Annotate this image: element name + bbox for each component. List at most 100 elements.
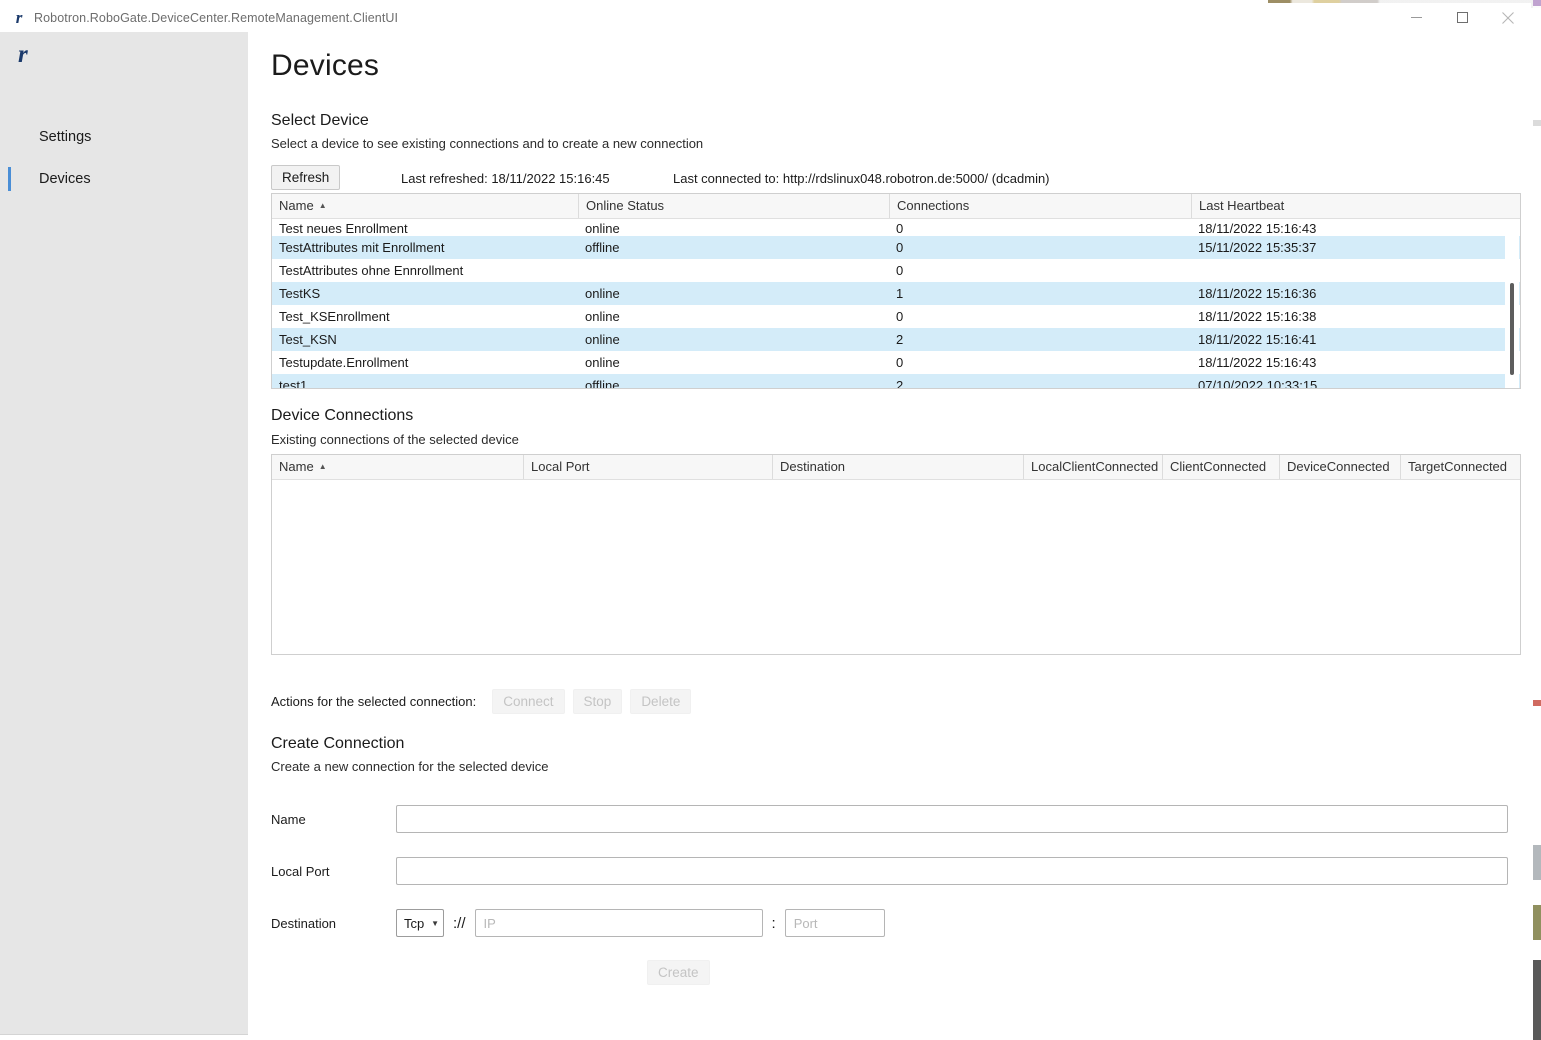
cell-name: Test_KSEnrollment (279, 309, 390, 324)
table-row[interactable]: TestAttributes ohne Ennrollment 0 (272, 259, 1520, 282)
column-header-localclientconnected[interactable]: LocalClientConnected (1023, 455, 1162, 479)
column-header-label: Name (279, 198, 314, 213)
column-header-clientconnected[interactable]: ClientConnected (1162, 455, 1279, 479)
connect-button[interactable]: Connect (492, 688, 565, 714)
column-header-name[interactable]: Name ▲ (272, 194, 578, 218)
minimize-icon (1410, 12, 1422, 23)
create-button[interactable]: Create (647, 960, 710, 985)
cell-connections: 0 (896, 263, 904, 278)
table-row[interactable]: Testupdate.Enrollment online 0 18/11/2022 1… (272, 351, 1520, 374)
cell-online-status: online (585, 221, 620, 236)
cell-connections: 0 (896, 355, 904, 370)
column-header-targetconnected[interactable]: TargetConnected (1400, 455, 1520, 479)
cell-last-heartbeat: 15/11/2022 15:35:37 (1198, 240, 1317, 255)
table-row[interactable]: TestKS online 1 18/11/2022 15:16:36 (272, 282, 1520, 305)
refresh-row: Refresh Last refreshed: 18/11/2022 15:16… (271, 165, 1521, 193)
table-row[interactable]: Test_KSEnrollment online 0 18/11/2022 15:16… (272, 305, 1520, 328)
maximize-icon (1456, 12, 1468, 23)
sidebar-active-indicator-settings (8, 125, 11, 149)
table-row[interactable]: Test_KSN online 2 18/11/2022 15:16:41 (272, 328, 1520, 351)
column-header-label: Name (279, 459, 314, 474)
devices-table-scrollbar[interactable] (1505, 220, 1519, 388)
column-header-destination[interactable]: Destination (772, 455, 1023, 479)
ip-input[interactable] (474, 909, 763, 937)
cell-name: Test_KSN (279, 332, 337, 347)
sort-ascending-icon: ▲ (318, 462, 327, 471)
page-title: Devices (271, 49, 380, 82)
device-connections-subtitle: Existing connections of the selected dev… (271, 432, 519, 447)
connection-actions-row: Actions for the selected connection: Con… (271, 686, 699, 716)
create-connection-heading: Create Connection (271, 735, 405, 752)
column-header-last-heartbeat[interactable]: Last Heartbeat (1191, 194, 1520, 218)
devices-table-header: Name ▲ Online Status Connections Last Hea… (272, 194, 1520, 219)
scheme-separator: :// (453, 914, 466, 932)
device-connections-table-body (272, 480, 1520, 654)
name-field-row: Name (271, 803, 1508, 835)
refresh-button[interactable]: Refresh (271, 165, 341, 190)
connection-actions-label: Actions for the selected connection: (271, 693, 477, 709)
column-header-conn-name[interactable]: Name ▲ (272, 455, 523, 479)
devices-table-scrollbar-thumb[interactable] (1510, 283, 1514, 375)
column-header-local-port[interactable]: Local Port (523, 455, 772, 479)
window-title-bar: r Robotron.RoboGate.DeviceCenter.RemoteM… (0, 3, 1531, 33)
cell-online-status: offline (585, 378, 620, 388)
local-port-field-row: Local Port (271, 855, 1508, 887)
select-device-subtitle: Select a device to see existing connecti… (271, 136, 704, 151)
port-separator: : (771, 914, 776, 932)
cell-last-heartbeat: 18/11/2022 15:16:43 (1198, 221, 1317, 236)
column-header-deviceconnected[interactable]: DeviceConnected (1279, 455, 1400, 479)
device-connections-heading: Device Connections (271, 407, 414, 424)
main-content: Devices Select Device Select a device to… (248, 32, 1531, 1040)
column-header-online-status[interactable]: Online Status (578, 194, 889, 218)
table-row[interactable]: Test neues Enrollment online 0 18/11/2022 1… (272, 219, 1520, 236)
sidebar: r Settings Devices (0, 32, 248, 1035)
cell-name: Testupdate.Enrollment (279, 355, 409, 370)
cell-online-status: online (585, 286, 620, 301)
devices-table-body: Test neues Enrollment online 0 18/11/2022 1… (272, 219, 1520, 388)
cell-name: test1 (279, 378, 308, 388)
cell-last-heartbeat: 18/11/2022 15:16:41 (1198, 332, 1317, 347)
cell-connections: 0 (896, 221, 904, 236)
stop-button[interactable]: Stop (572, 688, 623, 714)
close-icon (1502, 11, 1514, 24)
cell-last-heartbeat: 18/11/2022 15:16:38 (1198, 309, 1317, 324)
local-port-field-label: Local Port (271, 863, 330, 879)
sidebar-item-label: Devices (39, 171, 91, 187)
sidebar-item-label: Settings (39, 129, 92, 145)
table-row[interactable]: TestAttributes mit Enrollment offline 0 15/… (272, 236, 1520, 259)
sidebar-item-devices[interactable]: Devices (0, 159, 248, 199)
app-logo-icon: r (15, 8, 23, 27)
cell-name: TestKS (279, 286, 321, 301)
local-port-input[interactable] (396, 857, 1508, 885)
cell-connections: 2 (896, 378, 904, 388)
last-connected-text: Last connected to: http://rdslinux048.ro… (673, 171, 1050, 186)
device-connections-table: Name ▲ Local Port Destination LocalClient… (271, 454, 1521, 655)
table-row[interactable]: test1 offline 2 07/10/2022 10:33:15 (272, 374, 1520, 388)
cell-connections: 0 (896, 309, 904, 324)
cell-last-heartbeat: 07/10/2022 10:33:15 (1198, 378, 1318, 388)
select-device-heading: Select Device (271, 112, 369, 129)
cell-last-heartbeat: 18/11/2022 15:16:36 (1198, 286, 1317, 301)
cell-online-status: online (585, 309, 620, 324)
cell-online-status: online (585, 332, 620, 347)
cell-name: TestAttributes ohne Ennrollment (279, 263, 464, 278)
devices-table: Name ▲ Online Status Connections Last Hea… (271, 193, 1521, 389)
delete-button[interactable]: Delete (630, 688, 692, 714)
sidebar-item-settings[interactable]: Settings (0, 117, 248, 157)
protocol-select[interactable]: Tcp ▼ (396, 909, 444, 937)
maximize-button[interactable] (1439, 3, 1485, 32)
column-header-connections[interactable]: Connections (889, 194, 1191, 218)
close-button[interactable] (1485, 3, 1531, 32)
name-input[interactable] (396, 805, 1508, 833)
window-title: Robotron.RoboGate.DeviceCenter.RemoteMan… (34, 10, 399, 25)
name-field-label: Name (271, 811, 306, 827)
last-refreshed-text: Last refreshed: 18/11/2022 15:16:45 (401, 171, 610, 186)
sidebar-logo-icon: r (18, 41, 28, 68)
device-connections-table-header: Name ▲ Local Port Destination LocalClient… (272, 455, 1520, 480)
port-input[interactable] (784, 909, 885, 937)
create-connection-subtitle: Create a new connection for the selected… (271, 759, 549, 774)
cell-name: TestAttributes mit Enrollment (279, 240, 445, 255)
cell-connections: 0 (896, 240, 904, 255)
minimize-button[interactable] (1393, 3, 1439, 32)
cell-connections: 1 (896, 286, 904, 301)
